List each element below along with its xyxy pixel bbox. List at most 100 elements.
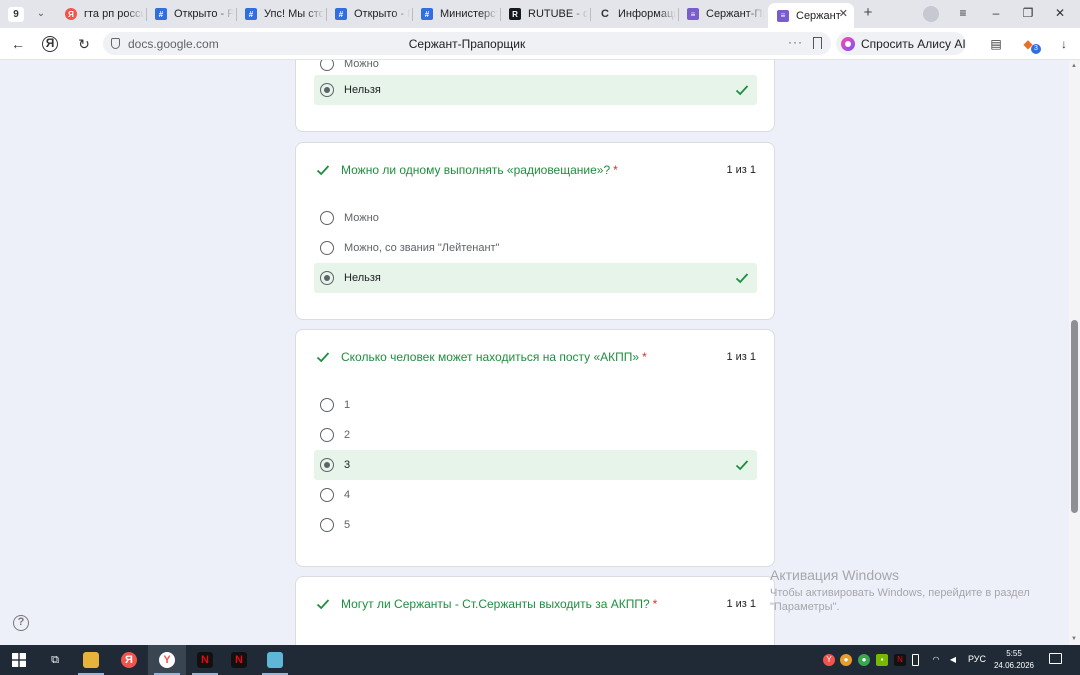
question-header: Могут ли Сержанты - Ст.Сержанты выходить… [316, 597, 756, 611]
radio-button[interactable] [320, 60, 334, 71]
tray-app-icon[interactable]: ● [840, 654, 852, 666]
notes-icon [267, 652, 283, 668]
bookmark-icon[interactable] [813, 37, 822, 49]
address-bar: ← Я ↻ docs.google.com Сержант-Прапорщик … [0, 28, 1080, 60]
help-icon[interactable]: ? [13, 615, 29, 631]
start-button[interactable] [0, 645, 38, 675]
radio-button-selected[interactable] [320, 83, 334, 97]
battery-icon[interactable] [912, 654, 919, 666]
back-arrow-icon[interactable]: ← [9, 35, 27, 53]
loading-icon: C [601, 8, 609, 20]
taskbar-explorer[interactable] [72, 645, 110, 675]
taskbar-media-app[interactable]: N [186, 645, 224, 675]
restore-icon[interactable]: ❐ [1020, 5, 1036, 21]
tab-6[interactable]: C Информаци [590, 3, 676, 25]
radio-button-selected[interactable] [320, 271, 334, 285]
option-row[interactable]: 5 [314, 510, 757, 540]
tab-7[interactable]: ≡ Сержант-Пр [678, 3, 764, 25]
task-view-button[interactable]: ⧉ [36, 645, 74, 675]
more-dots-icon[interactable]: ··· [788, 35, 803, 49]
yandex-home-icon[interactable]: Я [42, 36, 58, 52]
refresh-icon[interactable]: ↻ [75, 35, 93, 53]
url-field[interactable]: docs.google.com Сержант-Прапорщик ··· [103, 32, 831, 55]
taskbar-yandex-browser[interactable]: Y [148, 645, 186, 675]
tray-yandex-icon[interactable]: Y [823, 654, 835, 666]
taskbar-notes[interactable] [256, 645, 294, 675]
option-row-correct[interactable]: Нельзя [314, 263, 757, 293]
tab-title: Сержант [796, 9, 841, 22]
question-score: 1 из 1 [726, 598, 756, 610]
forms-icon: ≡ [687, 8, 699, 20]
radio-button[interactable] [320, 428, 334, 442]
chevron-down-icon[interactable]: ⌄ [34, 6, 48, 22]
folder-icon [83, 652, 99, 668]
tab-5[interactable]: R RUTUBE - сл [500, 3, 588, 25]
radio-button[interactable] [320, 398, 334, 412]
checkmark-icon [316, 352, 330, 363]
clock[interactable]: 5:55 24.06.2026 [992, 648, 1036, 672]
question-card: Можно ли одному выполнять «радиовещание»… [295, 142, 775, 320]
plus-icon[interactable]: + [860, 5, 876, 21]
option-row[interactable]: 2 [314, 420, 757, 450]
page-title: Сержант-Прапорщик [408, 37, 526, 51]
minimize-icon[interactable]: – [988, 5, 1004, 21]
grid-icon: # [335, 8, 347, 20]
tab-4[interactable]: # Министерст [412, 3, 498, 25]
taskbar-netflix[interactable]: N [220, 645, 258, 675]
radio-button-selected[interactable] [320, 458, 334, 472]
checkmark-icon [735, 460, 749, 471]
tray-media-icon[interactable]: N [894, 654, 906, 666]
activation-subtitle: Чтобы активировать Windows, перейдите в … [770, 587, 1030, 613]
option-row[interactable]: 1 [314, 390, 757, 420]
radio-button[interactable] [320, 488, 334, 502]
yandex-icon: Я [65, 8, 77, 20]
required-asterisk: * [613, 163, 618, 177]
tab-2[interactable]: # Упс! Мы сто [236, 3, 324, 25]
tab-0[interactable]: Я гта рп росси [56, 3, 144, 25]
language-indicator[interactable]: РУС [968, 654, 986, 664]
form-page: Можно Нельзя Можно ли одному выполнять «… [0, 60, 1080, 645]
ask-alice-button[interactable]: Спросить Алису AI [836, 32, 966, 55]
question-card: Сколько человек может находиться на пост… [295, 329, 775, 567]
volume-icon[interactable]: ◀ [947, 654, 959, 666]
taskbar-yandex[interactable]: Я [110, 645, 148, 675]
vertical-scrollbar[interactable]: ▲ ▼ [1069, 60, 1080, 645]
wifi-icon[interactable]: ◠ [930, 654, 942, 666]
scrollbar-thumb[interactable] [1071, 320, 1078, 513]
question-card-previous: Можно Нельзя [295, 60, 775, 132]
option-label: 4 [344, 489, 351, 501]
downloads-icon[interactable]: ↓ [1056, 36, 1072, 52]
tab-3[interactable]: # Открыто - Р [326, 3, 410, 25]
scroll-up-icon[interactable]: ▲ [1071, 63, 1077, 69]
option-row[interactable]: 4 [314, 480, 757, 510]
option-label: 5 [344, 519, 351, 531]
radio-button[interactable] [320, 518, 334, 532]
windows-activation-watermark: Активация Windows Чтобы активировать Win… [770, 567, 1045, 614]
option-row-correct[interactable]: Нельзя [314, 75, 757, 105]
option-row[interactable]: Можно [314, 203, 757, 233]
profile-avatar-icon[interactable] [923, 6, 939, 22]
option-label: 1 [344, 399, 351, 411]
radio-button[interactable] [320, 241, 334, 255]
tab-1[interactable]: # Открыто - Р [146, 3, 234, 25]
window-close-icon[interactable]: ✕ [1052, 5, 1068, 21]
tab-8-active[interactable]: ≡ Сержант ✕ [768, 3, 854, 28]
windows-taskbar: ⧉ Я Y N N Y ● ● ▪ N ◠ ◀ РУС 5:55 24.06.2… [0, 645, 1080, 675]
radio-button[interactable] [320, 211, 334, 225]
option-row-correct[interactable]: 3 [314, 450, 757, 480]
scroll-down-icon[interactable]: ▼ [1071, 636, 1077, 642]
collections-icon[interactable]: ▤ [988, 36, 1004, 52]
task-view-icon: ⧉ [51, 654, 59, 666]
tab-strip: 9 ⌄ Я гта рп росси # Открыто - Р # Упс! … [0, 0, 1080, 28]
tray-app2-icon[interactable]: ● [858, 654, 870, 666]
hamburger-menu-icon[interactable]: ≡ [955, 5, 971, 21]
ask-alice-label: Спросить Алису AI [861, 36, 966, 51]
checkmark-icon [735, 85, 749, 96]
option-row[interactable]: Можно, со звания "Лейтенант" [314, 233, 757, 263]
required-asterisk: * [652, 597, 658, 611]
tab-count-badge[interactable]: 9 [8, 7, 24, 22]
nvidia-icon[interactable]: ▪ [876, 654, 888, 666]
notifications-icon[interactable] [1049, 653, 1062, 664]
option-label: Можно [344, 212, 379, 224]
close-icon[interactable]: ✕ [839, 7, 848, 20]
